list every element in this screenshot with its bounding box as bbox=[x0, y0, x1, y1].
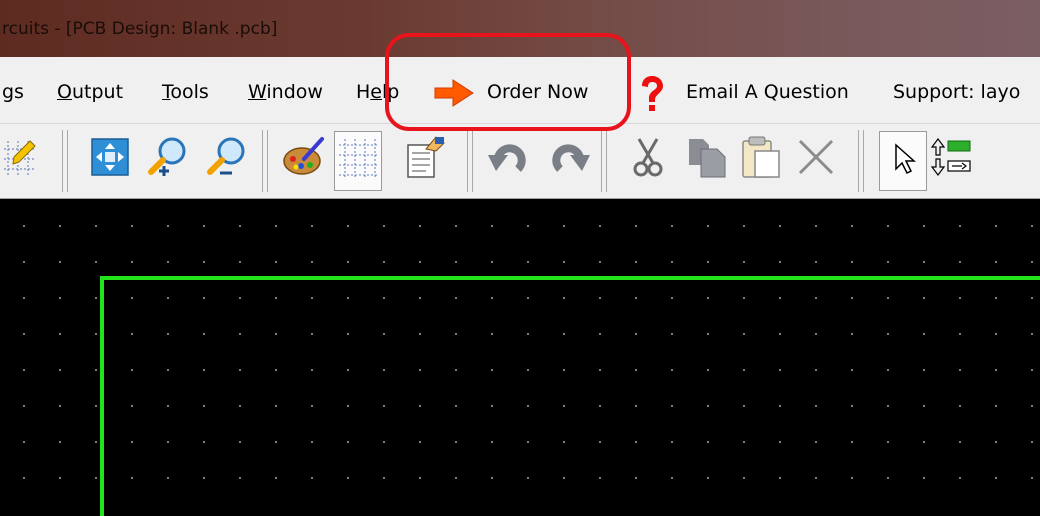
zoom-out-icon[interactable] bbox=[205, 135, 249, 179]
pointer-icon[interactable] bbox=[882, 135, 926, 179]
delete-icon[interactable] bbox=[794, 135, 838, 179]
menu-tools[interactable]: Tools bbox=[162, 81, 209, 103]
undo-icon[interactable] bbox=[488, 135, 532, 179]
toolbar-separator bbox=[467, 130, 473, 192]
fit-board-icon[interactable] bbox=[88, 135, 132, 179]
toolbar bbox=[0, 124, 1040, 200]
toolbar-separator bbox=[858, 130, 864, 192]
toolbar-separator bbox=[62, 130, 68, 192]
grid-pencil-icon[interactable] bbox=[4, 135, 38, 179]
menu-settings[interactable]: gs bbox=[2, 81, 24, 103]
pcb-canvas[interactable] bbox=[0, 199, 1040, 516]
toolbar-separator bbox=[601, 130, 607, 192]
menu-output[interactable]: Output bbox=[57, 81, 123, 103]
red-question-mark-icon[interactable] bbox=[638, 74, 666, 114]
order-now-highlight bbox=[385, 33, 631, 131]
email-question-button[interactable]: Email A Question bbox=[686, 81, 849, 103]
paste-icon[interactable] bbox=[739, 135, 783, 179]
support-link[interactable]: Support: layo bbox=[893, 81, 1020, 103]
grid-icon[interactable] bbox=[337, 135, 381, 179]
layer-swap-icon[interactable] bbox=[930, 135, 974, 179]
toolbar-separator bbox=[262, 130, 268, 192]
cut-icon[interactable] bbox=[627, 135, 671, 179]
palette-icon[interactable] bbox=[282, 135, 326, 179]
copy-icon[interactable] bbox=[685, 135, 729, 179]
properties-icon[interactable] bbox=[402, 135, 446, 179]
redo-icon[interactable] bbox=[546, 135, 590, 179]
zoom-in-icon[interactable] bbox=[146, 135, 190, 179]
menu-window[interactable]: Window bbox=[248, 81, 323, 103]
board-outline bbox=[100, 276, 1040, 516]
window-title: rcuits - [PCB Design: Blank .pcb] bbox=[2, 19, 278, 39]
